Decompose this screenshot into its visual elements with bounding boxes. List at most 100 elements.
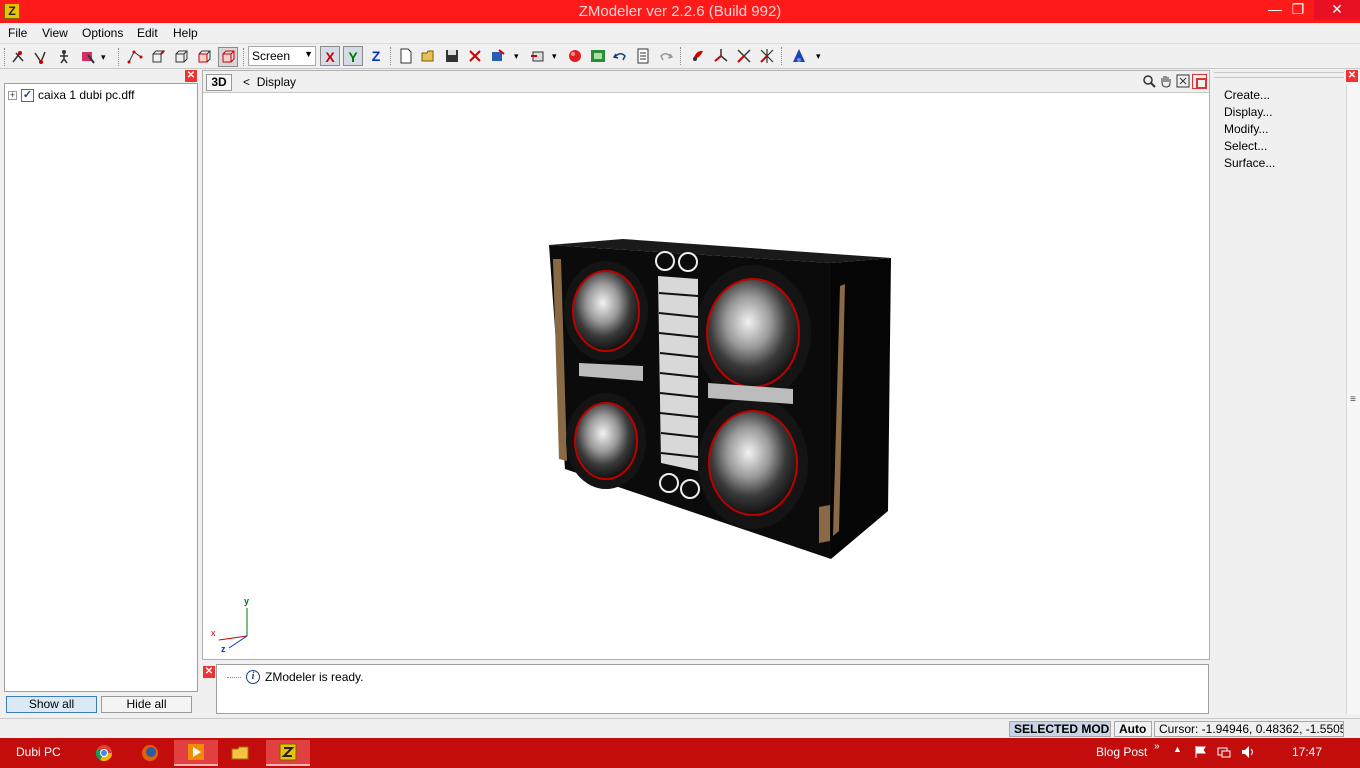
select-mode-icon[interactable] [78,47,98,67]
close-output-icon[interactable]: ✕ [203,666,215,678]
file-explorer-icon[interactable] [218,740,262,766]
cursor-readout: Cursor: -1.94946, 0.48362, -1.55050 [1154,721,1344,737]
select-vertex-icon[interactable] [8,47,28,67]
chevron-down-icon: ▼ [304,49,313,59]
visibility-checkbox[interactable]: ✓ [21,88,34,102]
tree-line [227,676,241,678]
menu-options[interactable]: Options [82,26,123,40]
auto-indicator[interactable]: Auto [1114,721,1152,737]
export-icon[interactable] [488,46,508,66]
selected-mode-indicator[interactable]: SELECTED MODE [1009,721,1111,737]
material-editor-icon[interactable] [588,46,608,66]
edge-mode-icon[interactable] [148,47,168,67]
rotate-axis-icon[interactable] [734,46,754,66]
tree-node-label: caixa 1 dubi pc.dff [38,88,135,102]
toolbar-separator [243,48,244,66]
export-dropdown-icon[interactable]: ▾ [514,51,519,62]
render-icon[interactable] [565,46,585,66]
zoom-icon[interactable] [1141,74,1157,90]
import-icon[interactable] [527,46,547,66]
save-file-icon[interactable] [442,46,462,66]
toolbar-separator [680,47,681,65]
axis-z-toggle[interactable]: Z [366,46,386,66]
select-object-icon[interactable] [54,47,74,67]
expand-icon[interactable]: + [8,90,17,100]
paint-icon[interactable] [688,46,708,66]
restore-button[interactable]: ❐ [1284,0,1312,20]
import-dropdown-icon[interactable]: ▾ [552,51,557,62]
axis-x-toggle[interactable]: X [320,46,340,66]
command-create[interactable]: Create... [1224,88,1275,105]
close-command-panel-icon[interactable]: ✕ [1346,70,1358,82]
space-select[interactable]: Screen ▼ [248,46,316,66]
status-bar: SELECTED MODE Auto Cursor: -1.94946, 0.4… [0,718,1360,738]
open-file-icon[interactable] [419,46,439,66]
menu-view[interactable]: View [42,26,68,40]
clock[interactable]: 17:47 [1292,745,1322,759]
volume-icon[interactable] [1241,745,1255,762]
toolbar-separator [118,48,119,66]
command-surface[interactable]: Surface... [1224,156,1275,173]
menu-help[interactable]: Help [173,26,198,40]
new-file-icon[interactable] [396,46,416,66]
select-edge-icon[interactable] [30,47,50,67]
tray-chevron-up-icon[interactable]: ▲ [1173,744,1182,754]
speaker-box-model [549,239,891,559]
command-panel-scrollbar[interactable]: ≡ [1346,84,1360,714]
maximize-viewport-icon[interactable] [1192,74,1207,89]
output-panel: ✕ i ZModeler is ready. [202,664,1210,716]
shading-dropdown-icon[interactable]: ▾ [816,51,821,62]
command-select[interactable]: Select... [1224,139,1275,156]
window-title: ZModeler ver 2.2.6 (Build 992) [578,3,782,20]
close-window-button[interactable]: ✕ [1314,0,1360,20]
redo-icon[interactable] [656,46,676,66]
notes-icon[interactable] [633,46,653,66]
firefox-icon[interactable] [128,740,172,766]
pan-hand-icon[interactable] [1158,74,1174,90]
scale-axis-icon[interactable] [757,46,777,66]
output-log[interactable]: i ZModeler is ready. [216,664,1209,714]
select-mode-dropdown-icon[interactable]: ▾ [101,52,106,63]
menu-file[interactable]: File [8,26,27,40]
display-menu[interactable]: < Display [243,75,296,89]
tree-node[interactable]: + ✓ caixa 1 dubi pc.dff [8,88,135,102]
command-modify[interactable]: Modify... [1224,122,1275,139]
action-center-flag-icon[interactable] [1194,745,1208,762]
network-icon[interactable] [1217,745,1231,762]
command-display[interactable]: Display... [1224,105,1275,122]
chrome-icon[interactable] [82,740,126,766]
scene-tree[interactable]: + ✓ caixa 1 dubi pc.dff [4,83,198,692]
toolbar-label[interactable]: Blog Post [1096,745,1147,759]
show-all-button[interactable]: Show all [6,696,97,713]
start-label[interactable]: Dubi PC [16,745,61,759]
menu-bar: File View Options Edit Help [0,23,1360,43]
menu-edit[interactable]: Edit [137,26,158,40]
viewport-3d[interactable]: 3D < Display y x z [202,70,1210,660]
shading-icon[interactable] [789,46,809,66]
view-mode-button[interactable]: 3D [206,74,232,91]
fit-view-icon[interactable] [1175,74,1191,90]
object-mode-icon[interactable] [194,47,214,67]
move-axis-icon[interactable] [711,46,731,66]
axis-y-toggle[interactable]: Y [343,46,363,66]
toolbar-grip [4,48,5,66]
undo-icon[interactable] [610,46,630,66]
panel-grip[interactable] [1214,72,1344,78]
media-player-icon[interactable] [174,740,218,766]
close-panel-icon[interactable]: ✕ [185,70,197,82]
zmodeler-icon[interactable] [266,740,310,766]
box-select-mode-icon[interactable] [218,47,238,67]
face-mode-icon[interactable] [171,47,191,67]
axis-x-label: x [211,628,216,638]
command-menu: Create... Display... Modify... Select...… [1224,88,1275,173]
delete-icon[interactable] [465,46,485,66]
axis-z-label: z [221,644,226,654]
axis-gizmo: y x z [207,596,257,656]
hide-all-button[interactable]: Hide all [101,696,192,713]
vertex-mode-icon[interactable] [125,47,145,67]
title-bar: Z ZModeler ver 2.2.6 (Build 992) — ❐ ✕ [0,0,1360,23]
log-entry: i ZModeler is ready. [227,670,363,684]
axis-gizmo-lines [218,608,248,649]
toolbar-expand-icon[interactable]: » [1154,741,1160,752]
toolbar-separator [781,47,782,65]
